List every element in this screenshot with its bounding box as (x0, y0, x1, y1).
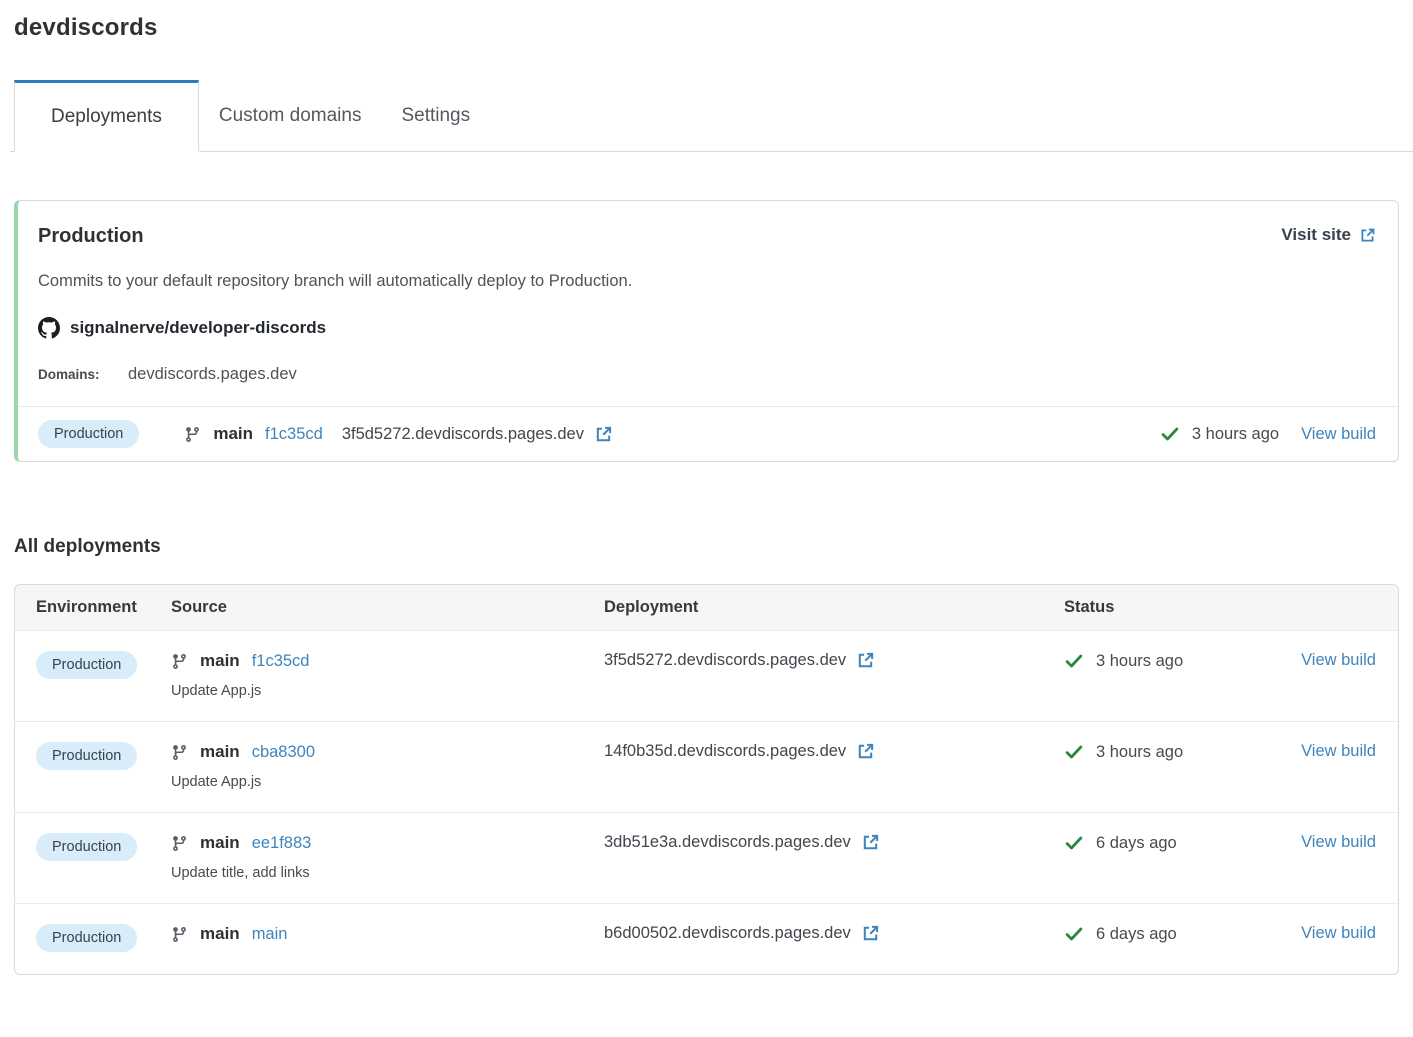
domains-label: Domains: (38, 367, 128, 382)
github-icon (38, 317, 60, 339)
environment-badge: Production (36, 833, 137, 861)
external-link-icon[interactable] (861, 833, 880, 852)
external-link-icon[interactable] (856, 742, 875, 761)
git-branch-icon (171, 835, 188, 852)
all-deployments-title: All deployments (14, 536, 1399, 558)
success-check-icon (1064, 742, 1084, 762)
commit-link[interactable]: f1c35cd (252, 652, 310, 671)
git-branch-icon (171, 744, 188, 761)
external-link-icon[interactable] (856, 651, 875, 670)
commit-message: Update title, add links (171, 865, 604, 881)
view-build-link[interactable]: View build (1301, 651, 1376, 669)
column-header-source: Source (171, 598, 604, 617)
deployment-url: 3f5d5272.devdiscords.pages.dev (604, 651, 846, 670)
table-row: Production main main b6d00502.devdiscord… (15, 903, 1398, 974)
column-header-deployment: Deployment (604, 598, 1064, 617)
view-build-link[interactable]: View build (1301, 742, 1376, 760)
status-time: 3 hours ago (1096, 652, 1183, 671)
commit-link[interactable]: main (252, 925, 288, 944)
domains-value: devdiscords.pages.dev (128, 365, 297, 384)
environment-badge: Production (38, 420, 139, 448)
tab-custom-domains[interactable]: Custom domains (199, 80, 382, 151)
external-link-icon[interactable] (861, 924, 880, 943)
success-check-icon (1064, 924, 1084, 944)
status-time: 6 days ago (1096, 925, 1177, 944)
tab-custom-domains-label: Custom domains (219, 105, 362, 127)
success-check-icon (1160, 424, 1180, 444)
commit-message: Update App.js (171, 683, 604, 699)
view-build-link[interactable]: View build (1301, 924, 1376, 942)
status-time: 3 hours ago (1096, 743, 1183, 762)
tab-settings-label: Settings (401, 105, 470, 127)
tab-deployments-label: Deployments (51, 106, 162, 128)
branch-name: main (200, 742, 240, 762)
column-header-environment: Environment (15, 598, 171, 617)
visit-site-label: Visit site (1281, 225, 1351, 245)
production-card-title: Production (38, 225, 144, 248)
environment-badge: Production (36, 651, 137, 679)
branch-name: main (200, 651, 240, 671)
production-deployment-row: Production main f1c35cd 3f5d5272.devdisc… (18, 406, 1398, 461)
visit-site-link[interactable]: Visit site (1281, 225, 1376, 245)
commit-link[interactable]: f1c35cd (265, 425, 323, 444)
git-branch-icon (171, 926, 188, 943)
external-link-icon (1359, 227, 1376, 244)
table-row: Production main ee1f883 Update title, ad… (15, 812, 1398, 903)
environment-badge: Production (36, 924, 137, 952)
environment-badge: Production (36, 742, 137, 770)
commit-link[interactable]: cba8300 (252, 743, 315, 762)
success-check-icon (1064, 651, 1084, 671)
status-time: 6 days ago (1096, 834, 1177, 853)
view-build-link[interactable]: View build (1301, 425, 1376, 444)
branch-name: main (213, 424, 253, 444)
table-row: Production main f1c35cd Update App.js 3f… (15, 630, 1398, 721)
branch-name: main (200, 833, 240, 853)
deployment-url: b6d00502.devdiscords.pages.dev (604, 924, 851, 943)
production-card-description: Commits to your default repository branc… (38, 272, 1376, 291)
deployment-url: 14f0b35d.devdiscords.pages.dev (604, 742, 846, 761)
deployment-url: 3db51e3a.devdiscords.pages.dev (604, 833, 851, 852)
deployment-url: 3f5d5272.devdiscords.pages.dev (342, 425, 584, 444)
table-row: Production main cba8300 Update App.js 14… (15, 721, 1398, 812)
commit-message: Update App.js (171, 774, 604, 790)
repo-link[interactable]: signalnerve/developer-discords (70, 318, 326, 338)
git-branch-icon (171, 653, 188, 670)
column-header-status: Status (1064, 598, 1283, 617)
tab-settings[interactable]: Settings (381, 80, 490, 151)
view-build-link[interactable]: View build (1301, 833, 1376, 851)
success-check-icon (1064, 833, 1084, 853)
table-header-row: Environment Source Deployment Status (15, 585, 1398, 630)
status-time: 3 hours ago (1192, 425, 1279, 444)
branch-name: main (200, 924, 240, 944)
commit-link[interactable]: ee1f883 (252, 834, 312, 853)
tab-deployments[interactable]: Deployments (14, 80, 199, 152)
tab-bar: Deployments Custom domains Settings (10, 80, 1413, 152)
production-card: Production Visit site Commits to your de… (14, 200, 1399, 462)
external-link-icon[interactable] (594, 425, 613, 444)
git-branch-icon (184, 426, 201, 443)
page-title: devdiscords (14, 14, 1399, 42)
deployments-table: Environment Source Deployment Status Pro… (14, 584, 1399, 975)
